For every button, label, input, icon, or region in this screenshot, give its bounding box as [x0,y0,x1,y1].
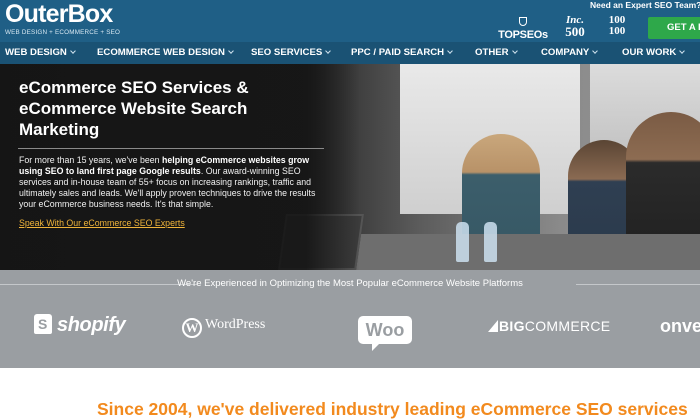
nav-item-our-work[interactable]: OUR WORK [622,42,686,64]
onveos-logo: onve [660,316,700,336]
speak-with-experts-link[interactable]: Speak With Our eCommerce SEO Experts [19,218,185,228]
hero-divider [18,148,324,149]
top-100-badge: 100 100 [596,15,638,37]
nav-label: ECOMMERCE WEB DESIGN [97,47,225,58]
shopify-bag-icon [34,314,52,334]
main-nav: WEB DESIGN ECOMMERCE WEB DESIGN SEO SERV… [0,42,700,64]
nav-label: PPC / PAID SEARCH [351,47,445,58]
hero-photo-bottle [484,222,497,262]
nav-label: SEO SERVICES [251,47,323,58]
section-headline: Since 2004, we've delivered industry lea… [97,399,688,419]
nav-item-company[interactable]: COMPANY [541,42,599,64]
chevron-down-icon [325,48,332,54]
shopify-logo: shopify [34,314,126,337]
chevron-down-icon [70,48,76,54]
top-100-lower: 100 [608,25,626,37]
nav-label: OUR WORK [622,47,677,58]
nav-item-ppc-paid-search[interactable]: PPC / PAID SEARCH [351,42,453,64]
nav-label: WEB DESIGN [5,47,67,58]
wordpress-logo: W WordPress [182,317,265,338]
nav-item-other[interactable]: OTHER [475,42,518,64]
platforms-divider-right [576,284,700,285]
hero-description: For more than 15 years, we've been helpi… [19,155,316,209]
chevron-down-icon [511,48,518,54]
bigcommerce-logo: BIGCOMMERCE [488,318,610,334]
wordpress-w-icon: W [182,318,202,338]
trophy-icon [518,17,527,26]
chevron-down-icon [447,48,453,54]
inc-number: 500 [565,24,585,39]
topseos-label: TOPSEOs [494,16,552,42]
nav-item-seo-services[interactable]: SEO SERVICES [251,42,332,64]
hero-photo-table [330,234,700,270]
expert-seo-team-link[interactable]: Need an Expert SEO Team? T [590,0,700,10]
chevron-down-icon [228,48,234,54]
chevron-down-icon [592,48,599,54]
logo-tagline: WEB DESIGN + ECOMMERCE + SEO [5,29,121,36]
woocommerce-logo: Woo [358,316,412,351]
nav-item-ecommerce-web-design[interactable]: ECOMMERCE WEB DESIGN [97,42,234,64]
logo-name: OuterBox [5,0,113,28]
hero-photo-bottle [456,222,469,262]
nav-label: OTHER [475,47,509,58]
outerbox-logo[interactable]: OuterBox WEB DESIGN + ECOMMERCE + SEO [5,1,135,37]
inc-500-badge: Inc. 500 [560,15,590,39]
nav-item-web-design[interactable]: WEB DESIGN [5,42,76,64]
nav-label: COMPANY [541,47,590,58]
chevron-down-icon [679,48,686,54]
hero-title: eCommerce SEO Services & eCommerce Websi… [19,78,249,139]
bigcommerce-triangle-icon [488,320,498,332]
get-a-free-quote-button[interactable]: GET A F [648,17,700,39]
site-header: OuterBox WEB DESIGN + ECOMMERCE + SEO Ne… [0,0,700,47]
